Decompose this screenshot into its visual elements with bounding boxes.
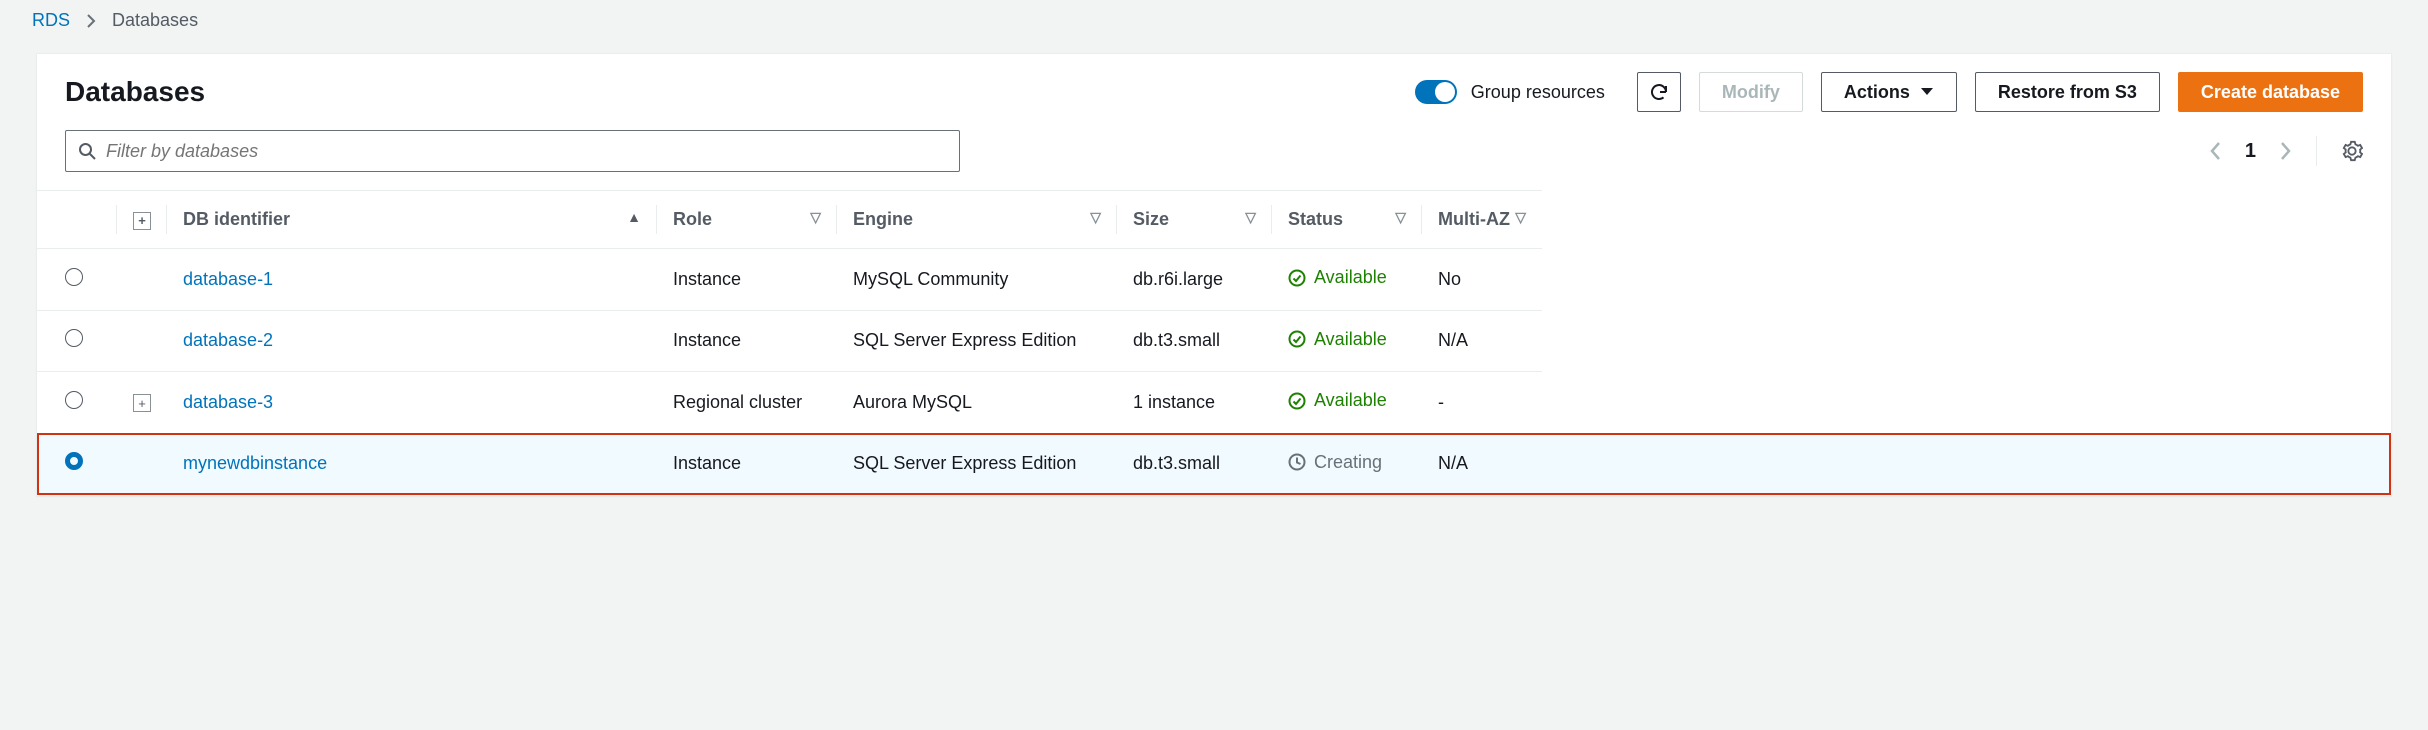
size-cell: 1 instance [1117, 372, 1272, 434]
restore-from-s3-button[interactable]: Restore from S3 [1975, 72, 2160, 112]
create-database-button[interactable]: Create database [2178, 72, 2363, 112]
filter-row: 1 [37, 130, 2391, 190]
prev-page-button[interactable] [2209, 141, 2221, 161]
sort-asc-icon: ▲ [627, 209, 641, 225]
engine-cell: SQL Server Express Edition [837, 310, 1117, 372]
col-expand-all[interactable]: + [117, 191, 167, 249]
col-multi-az[interactable]: Multi-AZ▽ [1422, 191, 1542, 249]
sort-icon: ▽ [1245, 209, 1256, 226]
size-cell: db.t3.small [1117, 433, 1272, 495]
select-radio[interactable] [65, 391, 83, 409]
actions-label: Actions [1844, 82, 1910, 103]
check-circle-icon [1288, 392, 1306, 410]
plus-icon: + [133, 212, 151, 230]
databases-panel: Databases Group resources Modify Actions… [36, 53, 2392, 496]
breadcrumb-root-link[interactable]: RDS [32, 10, 70, 31]
status-badge: Available [1288, 329, 1387, 350]
db-identifier-link[interactable]: database-3 [183, 392, 273, 412]
databases-table: + DB identifier▲ Role▽ Engine▽ Size▽ Sta… [37, 190, 2391, 495]
db-identifier-link[interactable]: database-1 [183, 269, 273, 289]
role-cell: Instance [657, 249, 837, 311]
col-role[interactable]: Role▽ [657, 191, 837, 249]
check-circle-icon [1288, 330, 1306, 348]
expand-row-button[interactable]: + [133, 394, 151, 412]
engine-cell: SQL Server Express Edition [837, 433, 1117, 495]
status-badge: Available [1288, 267, 1387, 288]
table-row[interactable]: database-1 InstanceMySQL Communitydb.r6i.… [37, 249, 2391, 311]
status-badge: Available [1288, 390, 1387, 411]
col-size[interactable]: Size▽ [1117, 191, 1272, 249]
search-icon [78, 142, 96, 160]
role-cell: Instance [657, 433, 837, 495]
breadcrumb-current: Databases [112, 10, 198, 31]
db-identifier-link[interactable]: mynewdbinstance [183, 453, 327, 473]
actions-dropdown[interactable]: Actions [1821, 72, 1957, 112]
col-engine[interactable]: Engine▽ [837, 191, 1117, 249]
table-row[interactable]: mynewdbinstance InstanceSQL Server Expres… [37, 433, 2391, 495]
sort-icon: ▽ [810, 209, 821, 226]
settings-button[interactable] [2341, 140, 2363, 162]
breadcrumb: RDS Databases [0, 0, 2428, 53]
group-resources-toggle[interactable] [1415, 80, 1457, 104]
sort-icon: ▽ [1090, 209, 1101, 226]
panel-header: Databases Group resources Modify Actions… [37, 54, 2391, 130]
status-badge: Creating [1288, 452, 1382, 473]
table-row[interactable]: database-2 InstanceSQL Server Express Edi… [37, 310, 2391, 372]
sort-icon: ▽ [1515, 209, 1526, 226]
role-cell: Instance [657, 310, 837, 372]
clock-icon [1288, 453, 1306, 471]
multi-az-cell: N/A [1422, 433, 1542, 495]
page-title: Databases [65, 76, 205, 108]
engine-cell: Aurora MySQL [837, 372, 1117, 434]
modify-button[interactable]: Modify [1699, 72, 1803, 112]
role-cell: Regional cluster [657, 372, 837, 434]
caret-down-icon [1920, 87, 1934, 97]
size-cell: db.t3.small [1117, 310, 1272, 372]
sort-icon: ▽ [1395, 209, 1406, 226]
page-number: 1 [2245, 140, 2256, 163]
refresh-icon [1649, 82, 1669, 102]
filter-input[interactable] [106, 141, 947, 162]
multi-az-cell: N/A [1422, 310, 1542, 372]
select-radio[interactable] [65, 329, 83, 347]
engine-cell: MySQL Community [837, 249, 1117, 311]
multi-az-cell: No [1422, 249, 1542, 311]
table-row[interactable]: + database-3 Regional clusterAurora MySQL1… [37, 372, 2391, 434]
divider [2316, 136, 2317, 166]
size-cell: db.r6i.large [1117, 249, 1272, 311]
chevron-right-icon [86, 13, 96, 29]
next-page-button[interactable] [2280, 141, 2292, 161]
group-resources-toggle-wrap: Group resources [1415, 80, 1605, 104]
col-status[interactable]: Status▽ [1272, 191, 1422, 249]
refresh-button[interactable] [1637, 72, 1681, 112]
filter-box[interactable] [65, 130, 960, 172]
db-identifier-link[interactable]: database-2 [183, 330, 273, 350]
col-identifier[interactable]: DB identifier▲ [167, 191, 657, 249]
check-circle-icon [1288, 269, 1306, 287]
multi-az-cell: - [1422, 372, 1542, 434]
select-radio[interactable] [65, 452, 83, 470]
group-resources-label: Group resources [1471, 82, 1605, 103]
col-select [37, 191, 117, 249]
select-radio[interactable] [65, 268, 83, 286]
pagination: 1 [2209, 136, 2363, 166]
